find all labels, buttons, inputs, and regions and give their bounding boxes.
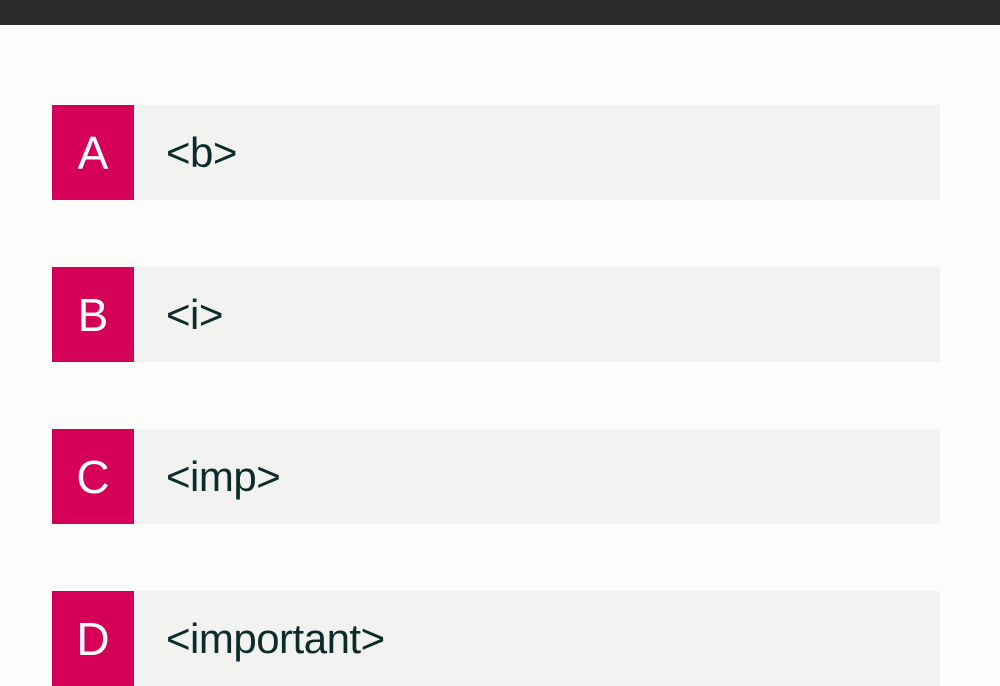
option-letter-c: C (52, 429, 134, 524)
option-c[interactable]: C <imp> (52, 429, 940, 524)
option-text-b: <i> (134, 267, 940, 362)
option-a[interactable]: A <b> (52, 105, 940, 200)
option-text-a: <b> (134, 105, 940, 200)
answer-options: A <b> B <i> C <imp> D <important> (0, 25, 1000, 686)
option-d[interactable]: D <important> (52, 591, 940, 686)
option-b[interactable]: B <i> (52, 267, 940, 362)
option-letter-d: D (52, 591, 134, 686)
option-text-d: <important> (134, 591, 940, 686)
option-text-c: <imp> (134, 429, 940, 524)
top-bar (0, 0, 1000, 25)
option-letter-b: B (52, 267, 134, 362)
option-letter-a: A (52, 105, 134, 200)
